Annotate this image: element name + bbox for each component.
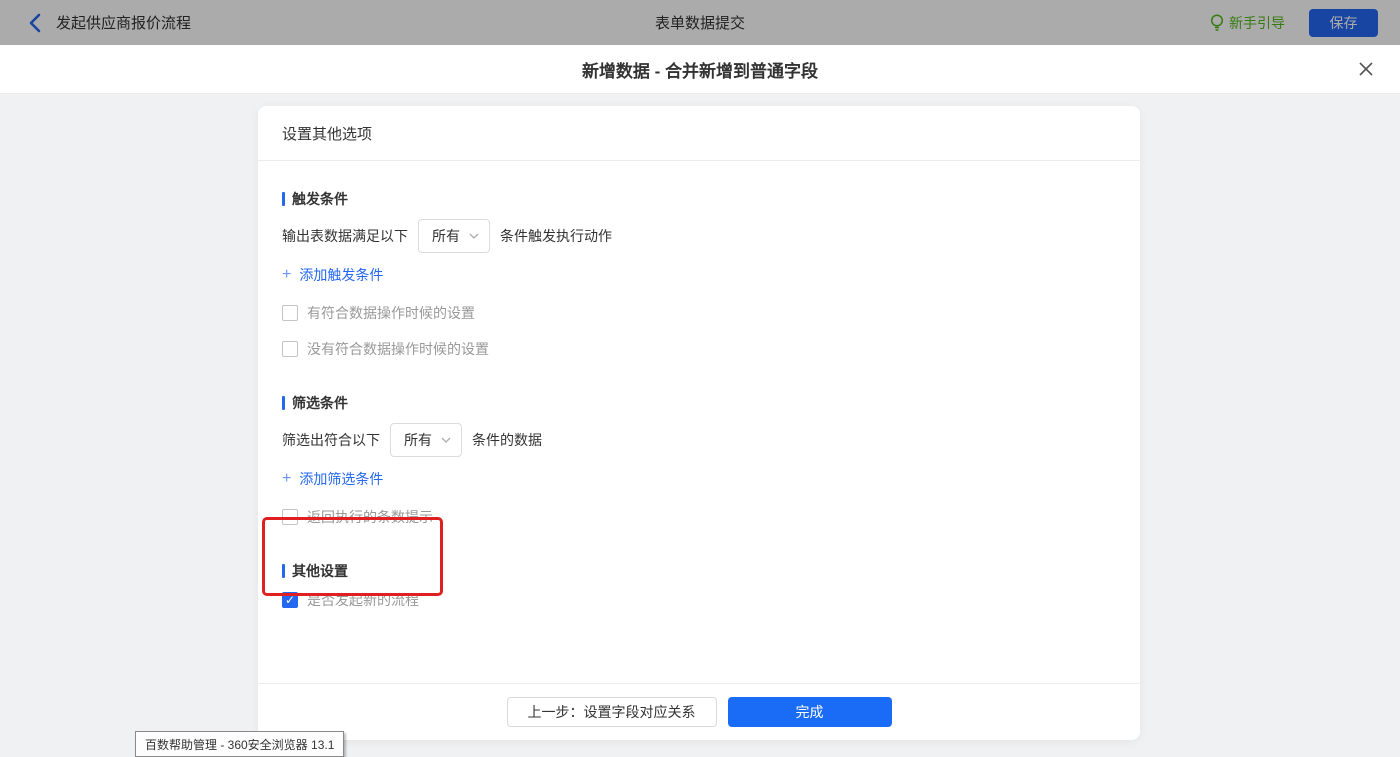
- checkbox-unchecked[interactable]: [282, 509, 298, 525]
- section-marker: [282, 564, 285, 578]
- browser-status-tooltip: 百数帮助管理 - 360安全浏览器 13.1: [135, 731, 345, 757]
- trigger-condition-row: 输出表数据满足以下 所有 条件触发执行动作: [282, 219, 1116, 253]
- panel-footer: 上一步：设置字段对应关系 完成: [258, 683, 1140, 740]
- checkbox-unchecked[interactable]: [282, 341, 298, 357]
- filter-match-select[interactable]: 所有: [390, 423, 462, 457]
- trigger-row-prefix: 输出表数据满足以下: [282, 228, 408, 244]
- checkbox-start-new-flow[interactable]: ✓ 是否发起新的流程: [282, 590, 419, 610]
- plus-icon: +: [282, 266, 292, 283]
- chevron-down-icon: [469, 233, 479, 239]
- add-trigger-condition-link[interactable]: + 添加触发条件: [282, 265, 383, 285]
- section-marker: [282, 192, 285, 206]
- guide-label: 新手引导: [1229, 14, 1285, 31]
- plus-icon: +: [282, 470, 292, 487]
- filter-condition-row: 筛选出符合以下 所有 条件的数据: [282, 423, 1116, 457]
- close-icon[interactable]: [1356, 59, 1376, 79]
- options-panel: 设置其他选项 触发条件 输出表数据满足以下 所有 条件触发执行动作 + 添加触发: [258, 106, 1140, 740]
- checkbox-no-matching-data[interactable]: 没有符合数据操作时候的设置: [282, 339, 489, 359]
- panel-header: 设置其他选项: [258, 106, 1140, 161]
- trigger-section-title: 触发条件: [282, 189, 1116, 209]
- previous-step-button[interactable]: 上一步：设置字段对应关系: [506, 697, 717, 727]
- other-section-title: 其他设置: [282, 561, 1116, 581]
- section-marker: [282, 396, 285, 410]
- trigger-row-suffix: 条件触发执行动作: [500, 228, 612, 244]
- beginner-guide-button[interactable]: 新手引导: [1210, 13, 1285, 33]
- top-app-bar: 发起供应商报价流程 表单数据提交 新手引导 保存: [0, 0, 1400, 45]
- checkbox-return-count-tip[interactable]: 返回执行的条数提示: [282, 507, 433, 527]
- checkbox-unchecked[interactable]: [282, 305, 298, 321]
- checkbox-checked[interactable]: ✓: [282, 592, 298, 608]
- chevron-down-icon: [441, 437, 451, 443]
- lightbulb-icon: [1210, 13, 1224, 31]
- checkbox-has-matching-data[interactable]: 有符合数据操作时候的设置: [282, 303, 475, 323]
- filter-row-suffix: 条件的数据: [472, 432, 542, 448]
- done-button[interactable]: 完成: [727, 697, 892, 727]
- page-title: 表单数据提交: [654, 15, 745, 32]
- modal-title: 新增数据 - 合并新增到普通字段: [581, 62, 819, 81]
- save-button[interactable]: 保存: [1309, 8, 1378, 37]
- filter-section-title: 筛选条件: [282, 393, 1116, 413]
- filter-row-prefix: 筛选出符合以下: [282, 432, 380, 448]
- modal-body: 设置其他选项 触发条件 输出表数据满足以下 所有 条件触发执行动作 + 添加触发: [0, 94, 1400, 755]
- modal-header: 新增数据 - 合并新增到普通字段: [0, 45, 1400, 94]
- add-filter-condition-link[interactable]: + 添加筛选条件: [282, 469, 383, 489]
- trigger-match-select[interactable]: 所有: [418, 219, 490, 253]
